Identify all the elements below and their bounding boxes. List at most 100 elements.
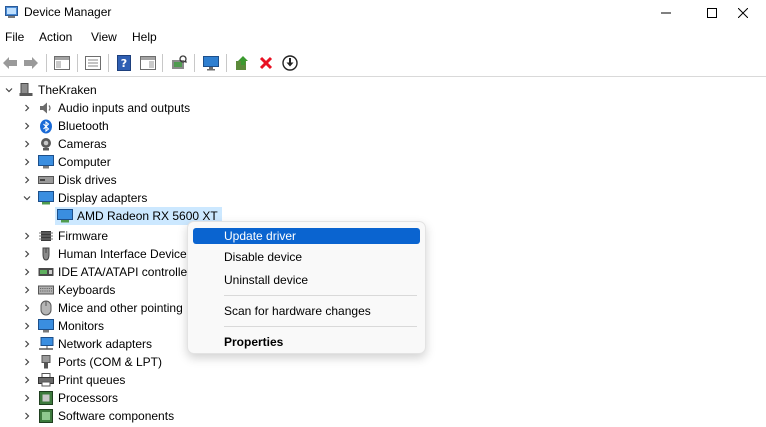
- network-adapter-icon: [38, 336, 54, 352]
- help-button[interactable]: ?: [114, 53, 134, 73]
- chevron-right-icon[interactable]: [21, 174, 33, 186]
- tree-item-audio[interactable]: Audio inputs and outputs: [21, 99, 190, 117]
- monitor-icon: [38, 318, 54, 334]
- firmware-icon: [38, 228, 54, 244]
- chevron-right-icon[interactable]: [21, 120, 33, 132]
- speaker-icon: [38, 100, 54, 116]
- menu-item-disable-device[interactable]: Disable device: [193, 249, 420, 265]
- disable-device-icon: [282, 55, 298, 71]
- context-menu: Update driver Disable device Uninstall d…: [187, 221, 426, 354]
- forward-icon: [24, 57, 38, 69]
- tree-item-keyboards[interactable]: Keyboards: [21, 281, 115, 299]
- toolbar-separator: [46, 54, 47, 72]
- menu-action[interactable]: Action: [39, 30, 72, 44]
- gpu-device-icon: [57, 208, 73, 224]
- minimize-icon: [661, 12, 671, 14]
- properties-pane-button[interactable]: [52, 53, 72, 73]
- tree-item-label: Mice and other pointing: [58, 301, 183, 315]
- monitor-icon: [203, 56, 219, 71]
- monitor-button[interactable]: [201, 53, 221, 73]
- back-button[interactable]: [0, 53, 20, 73]
- disk-drive-icon: [38, 172, 54, 188]
- tree-item-processors[interactable]: Processors: [21, 389, 118, 407]
- chevron-right-icon[interactable]: [21, 320, 33, 332]
- menu-file[interactable]: File: [5, 30, 24, 44]
- tree-item-disk-drives[interactable]: Disk drives: [21, 171, 117, 189]
- chevron-right-icon[interactable]: [21, 410, 33, 422]
- menu-item-uninstall-device[interactable]: Uninstall device: [193, 272, 420, 288]
- view-icon: [140, 56, 156, 70]
- toolbar-separator: [226, 54, 227, 72]
- chevron-right-icon[interactable]: [21, 102, 33, 114]
- toolbar-separator: [77, 54, 78, 72]
- tree-item-display-adapters[interactable]: Display adapters: [21, 189, 147, 207]
- tree-item-human-interface-device[interactable]: Human Interface Device: [21, 245, 187, 263]
- software-component-icon: [38, 408, 54, 424]
- tree-item-network-adapters[interactable]: Network adapters: [21, 335, 152, 353]
- tree-item-bluetooth[interactable]: Bluetooth: [21, 117, 109, 135]
- update-driver-button[interactable]: [233, 53, 253, 73]
- tree-item-software-components[interactable]: Software components: [21, 407, 174, 425]
- device-manager-icon: [5, 6, 18, 19]
- tree-root[interactable]: TheKraken: [3, 81, 97, 99]
- tree-item-mice[interactable]: Mice and other pointing: [21, 299, 183, 317]
- chevron-right-icon[interactable]: [21, 138, 33, 150]
- toolbar-separator: [194, 54, 195, 72]
- tree-item-ports[interactable]: Ports (COM & LPT): [21, 353, 162, 371]
- view-button[interactable]: [138, 53, 158, 73]
- chevron-right-icon[interactable]: [21, 266, 33, 278]
- uninstall-button[interactable]: [256, 53, 276, 73]
- tree-item-label: Display adapters: [58, 191, 148, 205]
- menu-view[interactable]: View: [91, 30, 117, 44]
- tree-item-print-queues[interactable]: Print queues: [21, 371, 125, 389]
- processor-icon: [38, 390, 54, 406]
- help-icon: ?: [117, 55, 131, 71]
- menu-item-scan-hardware[interactable]: Scan for hardware changes: [193, 303, 420, 319]
- scan-hardware-button[interactable]: [169, 53, 189, 73]
- close-icon: [738, 8, 748, 18]
- tree-item-label: Ports (COM & LPT): [58, 355, 163, 369]
- port-icon: [38, 354, 54, 370]
- tree-item-computer[interactable]: Computer: [21, 153, 111, 171]
- close-button[interactable]: [720, 0, 766, 26]
- chevron-right-icon[interactable]: [21, 392, 33, 404]
- chevron-down-icon[interactable]: [21, 192, 33, 204]
- title-bar: Device Manager: [0, 0, 766, 26]
- tree-item-label: Disk drives: [58, 173, 117, 187]
- tree-item-label: Monitors: [58, 319, 105, 333]
- show-hide-tree-button[interactable]: [83, 53, 103, 73]
- chevron-right-icon[interactable]: [21, 284, 33, 296]
- menu-item-properties[interactable]: Properties: [193, 334, 420, 350]
- tree-item-label: Cameras: [58, 137, 107, 151]
- chevron-right-icon[interactable]: [21, 156, 33, 168]
- forward-button[interactable]: [21, 53, 41, 73]
- chevron-down-icon[interactable]: [3, 84, 15, 96]
- ide-controller-icon: [38, 264, 54, 280]
- show-hide-tree-icon: [85, 56, 101, 70]
- chevron-right-icon[interactable]: [21, 302, 33, 314]
- chevron-right-icon[interactable]: [21, 338, 33, 350]
- tree-item-ide-ata-atapi[interactable]: IDE ATA/ATAPI controlle: [21, 263, 187, 281]
- svg-text:?: ?: [121, 57, 127, 70]
- tree-item-monitors[interactable]: Monitors: [21, 317, 104, 335]
- scan-hardware-icon: [172, 55, 187, 69]
- tree-item-label: Audio inputs and outputs: [58, 101, 191, 115]
- computer-tree-icon: [18, 82, 34, 98]
- menu-bar: File Action View Help: [0, 28, 766, 48]
- tree-item-label: Keyboards: [58, 283, 116, 297]
- menu-item-update-driver[interactable]: Update driver: [193, 228, 420, 244]
- menu-separator: [224, 326, 417, 327]
- chevron-right-icon[interactable]: [21, 356, 33, 368]
- tree-item-label: Bluetooth: [58, 119, 109, 133]
- properties-pane-icon: [54, 56, 70, 70]
- tree-item-cameras[interactable]: Cameras: [21, 135, 107, 153]
- chevron-right-icon[interactable]: [21, 248, 33, 260]
- tree-item-firmware[interactable]: Firmware: [21, 227, 108, 245]
- disable-device-button[interactable]: [280, 53, 300, 73]
- tree-item-label: Computer: [58, 155, 111, 169]
- tree-item-label: IDE ATA/ATAPI controlle: [58, 265, 188, 279]
- minimize-button[interactable]: [643, 0, 689, 26]
- chevron-right-icon[interactable]: [21, 230, 33, 242]
- chevron-right-icon[interactable]: [21, 374, 33, 386]
- menu-help[interactable]: Help: [132, 30, 157, 44]
